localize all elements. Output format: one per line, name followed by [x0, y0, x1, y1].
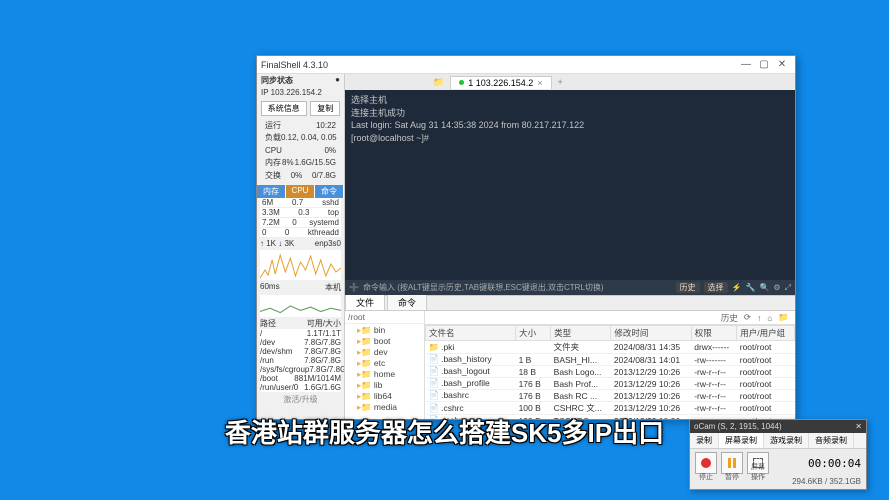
- process-row[interactable]: 6M0.7sshd: [260, 198, 341, 208]
- file-icon: 📄: [429, 415, 440, 419]
- file-icon: 📄: [429, 403, 440, 413]
- tree-folder[interactable]: ▸📁lib64: [345, 391, 424, 402]
- file-row[interactable]: 📄.bashrc176 BBash RC ...2013/12/29 10:26…: [426, 390, 795, 402]
- file-row[interactable]: 📁.pki文件夹2024/08/31 14:35drwx------root/r…: [426, 341, 795, 354]
- status-dot-icon: [459, 80, 464, 85]
- ocam-titlebar[interactable]: oCam (S, 2, 1915, 1044) ✕: [690, 420, 866, 433]
- sysinfo-button[interactable]: 系统信息: [261, 101, 307, 116]
- tree-folder[interactable]: ▸📁home: [345, 369, 424, 380]
- terminal-footer: ➕ 命令输入 (按ALT键显示历史,TAB键联想,ESC键退出,双击CTRL切换…: [345, 280, 795, 295]
- new-folder-icon[interactable]: 📁: [778, 312, 789, 323]
- recording-size: 294.6KB / 352.1GB: [690, 477, 866, 489]
- disk-row: /boot881M/1014M: [260, 374, 341, 383]
- file-row[interactable]: 📄.bash_history1 BBASH_HI...2024/08/31 14…: [426, 354, 795, 366]
- crop-button[interactable]: 屏幕操作: [747, 452, 769, 474]
- pause-button[interactable]: 暂停: [721, 452, 743, 474]
- process-row[interactable]: 00kthreadd: [260, 228, 341, 238]
- disk-row: /1.1T/1.1T: [260, 329, 341, 338]
- sidebar: 同步状态● IP 103.226.154.2 系统信息 复制 运行10:22 负…: [257, 74, 345, 419]
- ocam-tabs: 录制 屏幕录制 游戏录制 音频录制: [690, 433, 866, 449]
- tool-icon[interactable]: 🔧: [745, 282, 755, 293]
- file-icon: 📄: [429, 354, 440, 364]
- disk-row: /sys/fs/cgroup7.8G/7.8G: [260, 365, 341, 374]
- folder-icon: ▸📁: [357, 402, 372, 412]
- ocam-window[interactable]: oCam (S, 2, 1915, 1044) ✕ 录制 屏幕录制 游戏录制 音…: [689, 419, 867, 490]
- history-button[interactable]: 历史: [676, 282, 700, 293]
- file-row[interactable]: 📄.bash_profile176 BBash Prof...2013/12/2…: [426, 378, 795, 390]
- file-row[interactable]: 📄.bash_logout18 BBash Logo...2013/12/29 …: [426, 366, 795, 378]
- search-icon[interactable]: 🔍: [759, 282, 769, 293]
- folder-icon: ▸📁: [357, 358, 372, 368]
- tree-folder[interactable]: ▸📁media: [345, 402, 424, 413]
- folder-icon: ▸📁: [357, 380, 372, 390]
- disk-row: /run7.8G/7.8G: [260, 356, 341, 365]
- folder-icon: ▸📁: [357, 336, 372, 346]
- disk-row: /dev/shm7.8G/7.8G: [260, 347, 341, 356]
- sync-status-label: 同步状态: [261, 75, 293, 86]
- process-row[interactable]: 7.2M0systemd: [260, 218, 341, 228]
- copy-button[interactable]: 复制: [310, 101, 340, 116]
- latency-chart: [260, 295, 341, 317]
- folder-icon: ▸📁: [357, 391, 372, 401]
- path-display[interactable]: /root: [345, 311, 424, 324]
- folder-icon: 📁: [429, 342, 440, 352]
- maximize-button[interactable]: ▢: [755, 59, 773, 70]
- expand-icon[interactable]: ⤢: [785, 282, 791, 293]
- tree-folder[interactable]: ▸📁boot: [345, 336, 424, 347]
- tree-folder[interactable]: ▸📁lib: [345, 380, 424, 391]
- file-table: 文件名 大小 类型 修改时间 权限 用户/用户组 📁.pki文件夹2024/08…: [425, 325, 795, 419]
- stop-button[interactable]: 停止: [695, 452, 717, 474]
- plus-icon[interactable]: ➕: [349, 282, 359, 293]
- folder-icon: ▸📁: [357, 347, 372, 357]
- finalshell-window: FinalShell 4.3.10 — ▢ ✕ 同步状态 ● IP 103.226…: [256, 55, 796, 420]
- disk-row: /dev7.8G/7.8G: [260, 338, 341, 347]
- lightning-icon[interactable]: ⚡: [732, 282, 742, 293]
- home-icon[interactable]: ⌂: [767, 313, 772, 323]
- bottom-tabs: 文件 命令: [345, 295, 795, 311]
- select-button[interactable]: 选择: [704, 282, 728, 293]
- file-icon: 📄: [429, 378, 440, 388]
- file-browser: /root ▸📁bin▸📁boot▸📁dev▸📁etc▸📁home▸📁lib▸📁…: [345, 311, 795, 419]
- network-chart: [260, 250, 341, 280]
- history-link[interactable]: 历史: [721, 312, 738, 324]
- connection-tab[interactable]: 1 103.226.154.2 ×: [450, 76, 551, 89]
- terminal[interactable]: 选择主机 连接主机成功 Last login: Sat Aug 31 14:35…: [345, 90, 795, 295]
- folder-icon[interactable]: 📁: [433, 77, 444, 88]
- tab-files[interactable]: 文件: [345, 294, 385, 310]
- tab-close-icon[interactable]: ×: [537, 78, 542, 88]
- connection-tabs: 📁 1 103.226.154.2 × +: [345, 74, 795, 90]
- file-toolbar: 历史 ⟳ ↑ ⌂ 📁: [425, 311, 795, 325]
- folder-tree: ▸📁bin▸📁boot▸📁dev▸📁etc▸📁home▸📁lib▸📁lib64▸…: [345, 324, 424, 414]
- up-icon[interactable]: ↑: [757, 313, 761, 323]
- add-tab-button[interactable]: +: [558, 77, 563, 87]
- process-row[interactable]: 3.3M0.3top: [260, 208, 341, 218]
- process-list: 6M0.7sshd3.3M0.3top7.2M0systemd00kthread…: [257, 198, 344, 238]
- upgrade-link[interactable]: 激活/升级: [257, 392, 344, 407]
- sync-status-dot: ●: [335, 75, 340, 86]
- tree-folder[interactable]: ▸📁etc: [345, 358, 424, 369]
- file-row[interactable]: 📄.cshrc100 BCSHRC 文...2013/12/29 10:26-r…: [426, 402, 795, 415]
- tree-folder[interactable]: ▸📁bin: [345, 325, 424, 336]
- file-icon: 📄: [429, 390, 440, 400]
- disk-row: /run/user/01.6G/1.6G: [260, 383, 341, 392]
- process-sort-tabs[interactable]: 内存 CPU 命令: [257, 185, 344, 198]
- refresh-icon[interactable]: ⟳: [744, 312, 751, 323]
- gear-icon[interactable]: ⚙: [773, 282, 780, 293]
- ip-label: IP 103.226.154.2: [261, 88, 322, 97]
- recording-time: 00:00:04: [773, 457, 861, 470]
- tree-folder[interactable]: ▸📁dev: [345, 347, 424, 358]
- ocam-close-icon[interactable]: ✕: [855, 422, 862, 431]
- folder-icon: ▸📁: [357, 325, 372, 335]
- folder-icon: ▸📁: [357, 369, 372, 379]
- titlebar[interactable]: FinalShell 4.3.10 — ▢ ✕: [257, 56, 795, 74]
- app-title: FinalShell 4.3.10: [261, 60, 737, 70]
- file-icon: 📄: [429, 366, 440, 376]
- close-button[interactable]: ✕: [773, 59, 791, 70]
- minimize-button[interactable]: —: [737, 59, 755, 70]
- tab-commands[interactable]: 命令: [387, 294, 427, 310]
